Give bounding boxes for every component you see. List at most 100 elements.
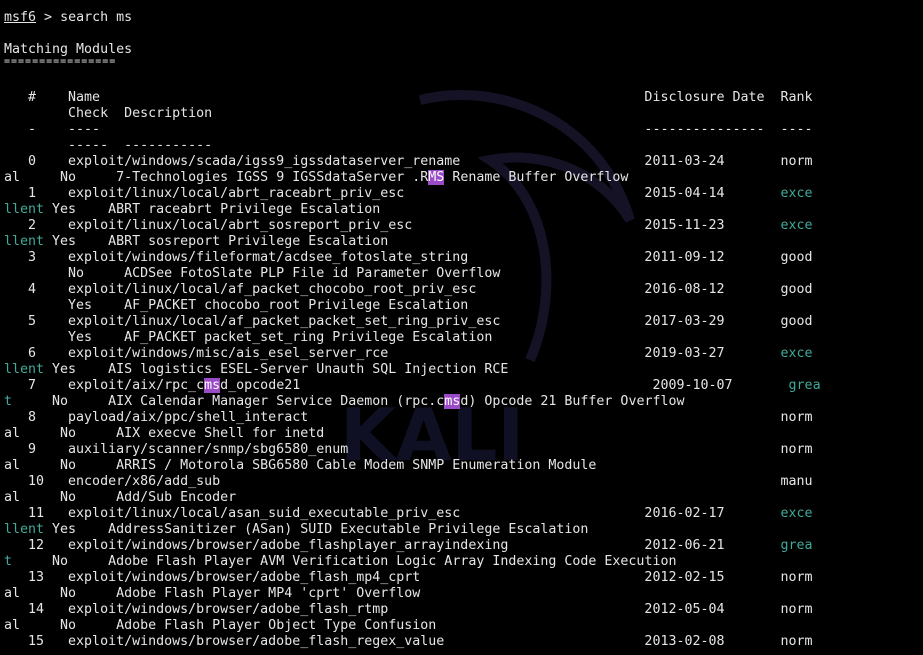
module-row-line2: llent Yes AIS logistics ESEL-Server Unau… (4, 362, 508, 378)
module-rank: norm (780, 442, 813, 457)
module-description: No ARRIS / Motorola SBG6580 Cable Modem … (20, 458, 597, 473)
module-info: 2 exploit/linux/local/abrt_sosreport_pri… (4, 218, 781, 233)
module-description: No Adobe Flash Player Object Type Confus… (20, 618, 437, 633)
module-rank: good (780, 314, 813, 329)
module-rank-wrap: al (4, 170, 21, 185)
module-description: Yes AF_PACKET chocobo_root Privilege Esc… (4, 298, 469, 313)
module-row-line1: 6 exploit/windows/misc/ais_esel_server_r… (4, 346, 813, 362)
module-rank-wrap: al (4, 618, 21, 633)
module-rank-wrap: al (4, 426, 21, 441)
module-info: 14 exploit/windows/browser/adobe_flash_r… (4, 602, 781, 617)
module-info: 9 auxiliary/scanner/snmp/sbg6580_enum (4, 442, 781, 457)
module-rank: exce (780, 346, 813, 361)
module-row-line1: 2 exploit/linux/local/abrt_sosreport_pri… (4, 218, 813, 234)
search-match-highlight: MS (428, 170, 445, 185)
module-row-line1: 5 exploit/linux/local/af_packet_packet_s… (4, 314, 813, 330)
module-info: 11 exploit/linux/local/asan_suid_executa… (4, 506, 781, 521)
module-description: Yes AIS logistics ESEL-Server Unauth SQL… (44, 362, 509, 377)
module-row-line2: al No Adobe Flash Player Object Type Con… (4, 618, 436, 634)
module-info: 12 exploit/windows/browser/adobe_flashpl… (4, 538, 781, 553)
module-row-line2: t No Adobe Flash Player AVM Verification… (4, 554, 676, 570)
module-row-line2: Yes AF_PACKET chocobo_root Privilege Esc… (4, 298, 468, 314)
module-info: 7 exploit/aix/rpc_c (4, 378, 205, 393)
module-row-line1: 0 exploit/windows/scada/igss9_igssdatase… (4, 154, 813, 170)
module-row-line2: al No ARRIS / Motorola SBG6580 Cable Mod… (4, 458, 596, 474)
module-rank: good (780, 282, 813, 297)
module-rank: norm (780, 634, 813, 649)
module-info: 6 exploit/windows/misc/ais_esel_server_r… (4, 346, 781, 361)
module-row-line1: 4 exploit/linux/local/af_packet_chocobo_… (4, 282, 813, 298)
module-info: 5 exploit/linux/local/af_packet_packet_s… (4, 314, 781, 329)
module-rank-wrap: t (4, 394, 13, 409)
module-rank: norm (780, 570, 813, 585)
prompt-command[interactable]: search ms (60, 10, 132, 25)
module-row-line2: t No AIX Calendar Manager Service Daemon… (4, 394, 684, 410)
header-row-3: - ---- --------------- ---- (4, 122, 813, 137)
module-description: No AIX Calendar Manager Service Daemon (… (12, 394, 445, 409)
module-description: No Add/Sub Encoder (20, 490, 237, 505)
module-row-line2: Yes AF_PACKET packet_set_ring Privilege … (4, 330, 492, 346)
header-row-4: ----- ----------- (4, 138, 213, 153)
header-row-2: Check Description (4, 106, 213, 121)
module-description: Yes ABRT raceabrt Privilege Escalation (44, 202, 381, 217)
module-row-line2: al No 7-Technologies IGSS 9 IGSSdataServ… (4, 170, 628, 186)
module-row-line1: 14 exploit/windows/browser/adobe_flash_r… (4, 602, 813, 618)
prompt-name: msf6 (4, 10, 37, 25)
module-row-line2: llent Yes ABRT sosreport Privilege Escal… (4, 234, 388, 250)
module-description: No Adobe Flash Player MP4 'cprt' Overflo… (20, 586, 421, 601)
module-description: Yes ABRT sosreport Privilege Escalation (44, 234, 389, 249)
module-description: Yes AddressSanitizer (ASan) SUID Executa… (44, 522, 589, 537)
module-rank-wrap: llent (4, 202, 45, 217)
module-info: 13 exploit/windows/browser/adobe_flash_m… (4, 570, 781, 585)
module-description-rest: Rename Buffer Overflow (444, 170, 629, 185)
module-row-line2: al No Adobe Flash Player MP4 'cprt' Over… (4, 586, 420, 602)
section-underline: ================ (4, 56, 117, 67)
module-rank: good (780, 250, 813, 265)
module-rank-wrap: al (4, 458, 21, 473)
module-row-line2: llent Yes AddressSanitizer (ASan) SUID E… (4, 522, 588, 538)
module-rank: norm (780, 602, 813, 617)
module-rank: exce (780, 506, 813, 521)
module-rank: manu (780, 474, 813, 489)
module-info: 10 encoder/x86/add_sub (4, 474, 781, 489)
module-rank-wrap: t (4, 554, 13, 569)
module-row-line1: 3 exploit/windows/fileformat/acdsee_foto… (4, 250, 813, 266)
module-row-line1: 10 encoder/x86/add_sub manu (4, 474, 813, 490)
module-rank-wrap: llent (4, 522, 45, 537)
module-row-line2: llent Yes ABRT raceabrt Privilege Escala… (4, 202, 380, 218)
module-rank: grea (788, 378, 821, 393)
module-description: No AIX execve Shell for inetd (20, 426, 325, 441)
module-info: 0 exploit/windows/scada/igss9_igssdatase… (4, 154, 781, 169)
module-info: 3 exploit/windows/fileformat/acdsee_foto… (4, 250, 781, 265)
module-rank-wrap: al (4, 490, 21, 505)
prompt-symbol: > (36, 10, 61, 25)
module-info-rest: d_opcode21 2009-10-07 (220, 378, 789, 393)
terminal-window[interactable]: KALI msf6 > search ms Matching Modules =… (0, 0, 923, 655)
module-info: 1 exploit/linux/local/abrt_raceabrt_priv… (4, 186, 781, 201)
module-rank: norm (780, 154, 813, 169)
module-row-line1: 8 payload/aix/ppc/shell_interact norm (4, 410, 813, 426)
prompt-line: msf6 > search ms (4, 10, 132, 26)
module-description: No 7-Technologies IGSS 9 IGSSdataServer … (20, 170, 429, 185)
module-rank: exce (780, 218, 813, 233)
search-match-highlight: ms (204, 378, 221, 393)
module-description-rest: d) Opcode 21 Buffer Overflow (460, 394, 685, 409)
module-row-line1: 9 auxiliary/scanner/snmp/sbg6580_enum no… (4, 442, 813, 458)
module-row-line1: 1 exploit/linux/local/abrt_raceabrt_priv… (4, 186, 813, 202)
module-rank: grea (780, 538, 813, 553)
module-row-line1: 11 exploit/linux/local/asan_suid_executa… (4, 506, 813, 522)
module-info: 8 payload/aix/ppc/shell_interact (4, 410, 781, 425)
module-row-line2: No ACDSee FotoSlate PLP File id Paramete… (4, 266, 500, 282)
module-rank-wrap: llent (4, 234, 45, 249)
module-row-line1: 12 exploit/windows/browser/adobe_flashpl… (4, 538, 813, 554)
module-rank: exce (780, 186, 813, 201)
module-info: 4 exploit/linux/local/af_packet_chocobo_… (4, 282, 781, 297)
module-info: 15 exploit/windows/browser/adobe_flash_r… (4, 634, 781, 649)
module-description: No ACDSee FotoSlate PLP File id Paramete… (4, 266, 501, 281)
module-rank-wrap: llent (4, 362, 45, 377)
module-row-line1: 7 exploit/aix/rpc_cmsd_opcode21 2009-10-… (4, 378, 821, 394)
module-description: No Adobe Flash Player AVM Verification L… (12, 554, 677, 569)
header-row-1: # Name Disclosure Date Rank (4, 90, 813, 105)
search-match-highlight: ms (444, 394, 461, 409)
module-description: Yes AF_PACKET packet_set_ring Privilege … (4, 330, 493, 345)
